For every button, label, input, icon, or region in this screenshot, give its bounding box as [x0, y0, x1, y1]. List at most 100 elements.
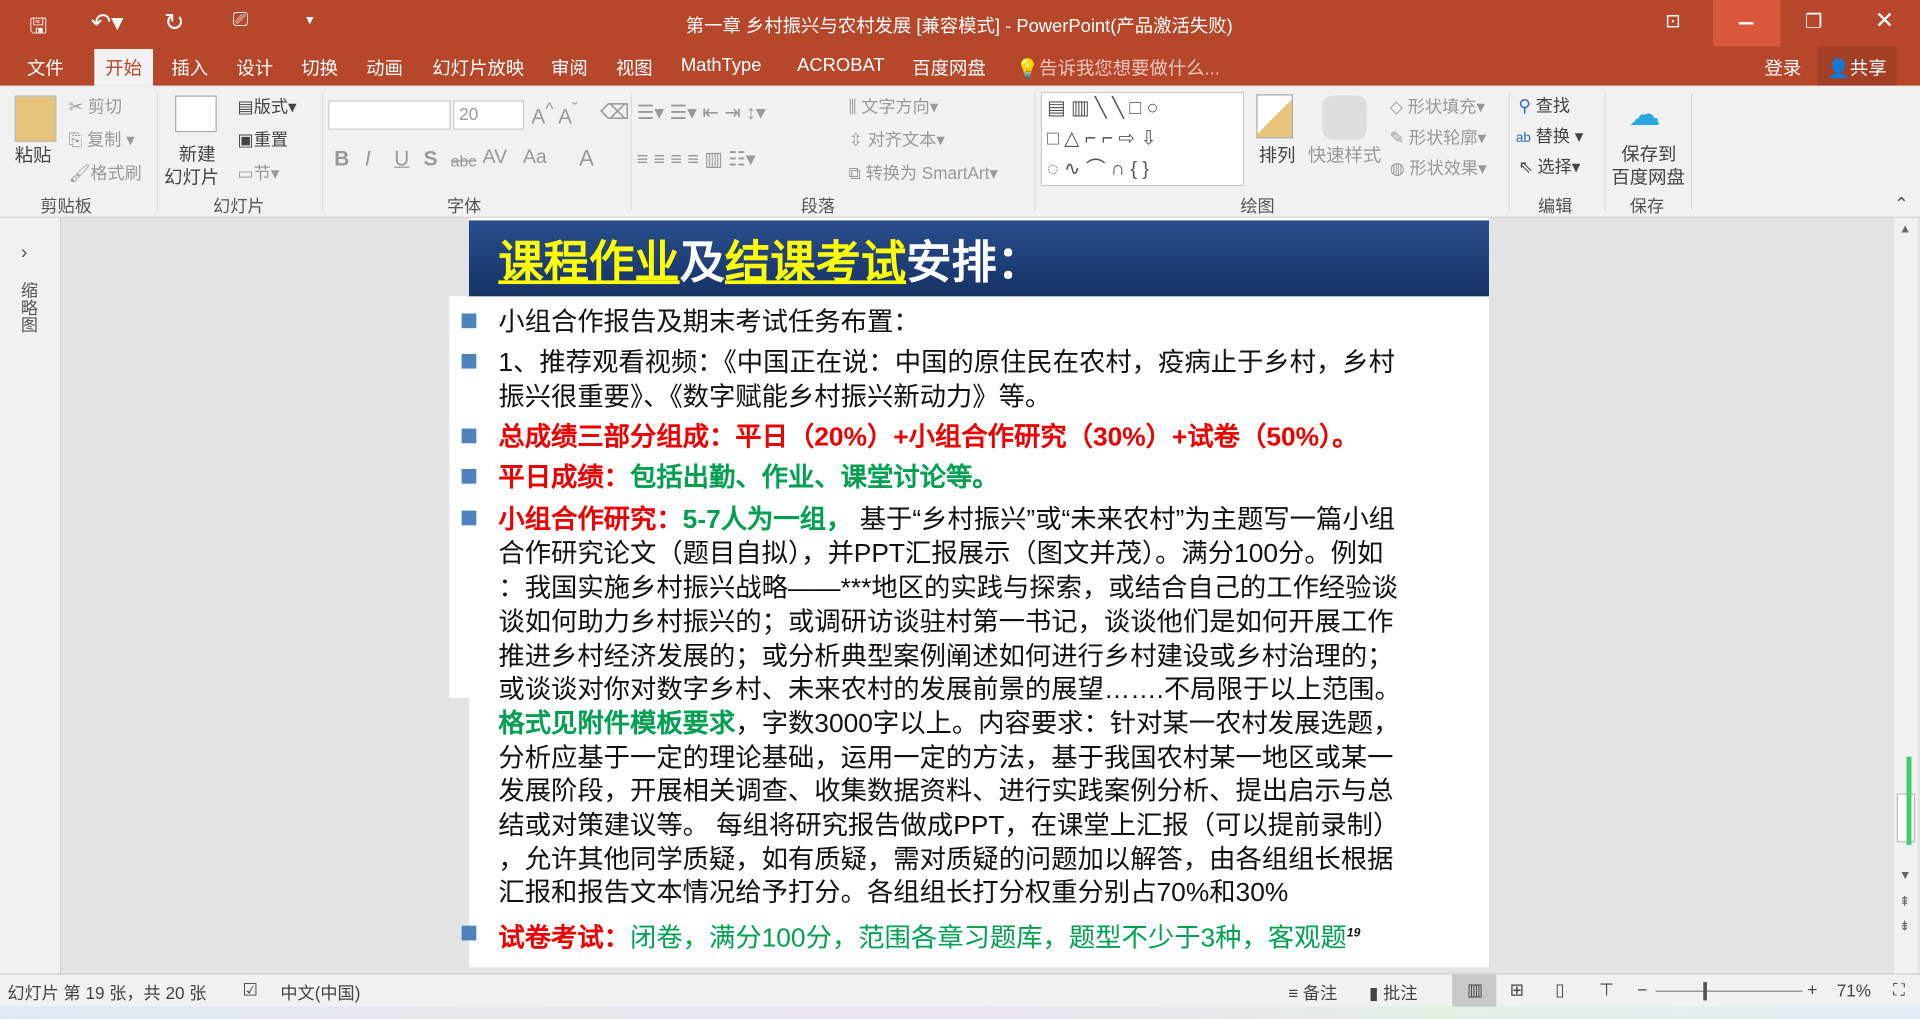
cut-button[interactable]: ✂ 剪切: [69, 94, 122, 118]
scroll-down-icon[interactable]: ▼: [1899, 869, 1911, 882]
bullet-icon: [461, 353, 477, 369]
font-name-input[interactable]: [328, 100, 451, 130]
save-to-baidu-button[interactable]: 保存到: [1621, 141, 1676, 167]
format-painter-button[interactable]: 🖌格式刷: [69, 160, 142, 184]
tab-transitions[interactable]: 切换: [301, 55, 338, 81]
tab-design[interactable]: 设计: [236, 55, 273, 81]
align-icons[interactable]: ≡ ≡ ≡ ≡ ▥ ☷▾: [637, 147, 756, 171]
scroll-up-icon[interactable]: ▲: [1899, 223, 1911, 236]
bullet-icon: [461, 925, 477, 941]
collapse-ribbon-icon[interactable]: ⌃: [1894, 193, 1908, 214]
italic-button[interactable]: I: [365, 147, 371, 171]
shape-outline-button[interactable]: ✎ 形状轮廓▾: [1390, 125, 1486, 149]
login-link[interactable]: 登录: [1764, 55, 1801, 81]
present-icon[interactable]: ⎚: [233, 10, 249, 32]
bullet-5-line: 或谈谈对你对数字乡村、未来农村的发展前景的展望…….不局限于以上范围。: [498, 674, 1401, 705]
tab-view[interactable]: 视图: [616, 55, 653, 81]
bullet-5-line: 谈如何助力乡村振兴的；或调研访谈驻村第一书记，谈谈他们是如何开展工作: [498, 607, 1394, 637]
redo-icon[interactable]: ↻: [164, 7, 185, 38]
bullet-5-line: 分析应基于一定的理论基础，运用一定的方法，基于我国农村某一地区或某一: [498, 743, 1394, 773]
minimize-button[interactable]: [1713, 0, 1781, 47]
quick-styles-button[interactable]: 快速样式: [1308, 142, 1381, 168]
align-text-button[interactable]: ⇳ 对齐文本▾: [849, 127, 945, 151]
title-bar: 🖫 ↶▾ ↻ ⎚ ▾ 第一章 乡村振兴与农村发展 [兼容模式] - PowerP…: [0, 0, 1920, 47]
section-button[interactable]: ▭节▾: [238, 160, 280, 184]
bullet-5-line: ，允许其他同学质疑，如有质疑，需对质疑的问题加以解答，由各组组长根据: [498, 844, 1394, 875]
undo-icon[interactable]: ↶▾: [91, 7, 124, 38]
strikethrough-button[interactable]: abc: [451, 152, 477, 170]
bullets-icon[interactable]: ☰▾ ☰▾ ⇤ ⇥ ↕▾: [637, 100, 766, 124]
previous-slide-icon[interactable]: ⇞: [1899, 894, 1910, 910]
customize-qat-icon[interactable]: ▾: [306, 11, 313, 28]
fit-to-window-icon[interactable]: ⛶: [1893, 980, 1905, 1001]
font-size-input[interactable]: 20: [453, 100, 525, 130]
zoom-level[interactable]: 71%: [1837, 981, 1871, 1001]
grow-font-icon[interactable]: A^ Aˇ: [531, 100, 577, 129]
copy-button[interactable]: ⎘ 复制 ▾: [69, 127, 135, 151]
group-label-font: 字体: [446, 195, 482, 216]
tell-me-input[interactable]: 💡告诉我您想要做什么...: [1016, 55, 1220, 81]
clear-format-icon[interactable]: ⌫: [600, 100, 629, 124]
new-slide-dropdown[interactable]: 幻灯片: [164, 164, 219, 190]
window-title: 第一章 乡村振兴与农村发展 [兼容模式] - PowerPoint(产品激活失败…: [685, 15, 1233, 37]
arrange-button[interactable]: 排列: [1259, 142, 1296, 168]
change-case-button[interactable]: Aa: [523, 147, 547, 169]
zoom-slider-thumb[interactable]: [1703, 982, 1707, 1001]
find-button[interactable]: ⚲ 查找: [1518, 93, 1570, 117]
language-indicator[interactable]: 中文(中国): [280, 981, 360, 1005]
reading-view-button[interactable]: ▯: [1555, 980, 1564, 1001]
slide-title[interactable]: 课程作业及结课考试安排：: [498, 225, 1042, 291]
comments-button[interactable]: ▮ 批注: [1369, 981, 1417, 1005]
char-spacing-button[interactable]: AV: [482, 147, 507, 169]
layout-button[interactable]: ▤版式▾: [238, 94, 297, 118]
close-button[interactable]: ✕: [1875, 7, 1894, 35]
tab-baidu[interactable]: 百度网盘: [912, 55, 985, 81]
tab-acrobat[interactable]: ACROBAT: [797, 55, 884, 76]
spellcheck-icon[interactable]: ☑: [242, 980, 257, 1001]
tab-home[interactable]: 开始: [94, 48, 154, 86]
text-direction-button[interactable]: ⫼ 文字方向▾: [849, 94, 939, 118]
paste-button[interactable]: 粘贴: [15, 142, 52, 168]
thumbnail-label[interactable]: 缩略图: [17, 282, 41, 333]
zoom-in-button[interactable]: +: [1807, 980, 1817, 1000]
slide-sorter-button[interactable]: ⊞: [1510, 980, 1524, 1001]
replace-button[interactable]: ab 替换 ▾: [1516, 124, 1583, 148]
shapes-gallery[interactable]: ▤ ▥ ╲ ╲ □ ○ □ △ ⌐ ⌐ ⇨ ⇩ ◌ ∿ ⌒ ∩ { }: [1040, 91, 1245, 187]
zoom-slider[interactable]: [1655, 990, 1803, 992]
cursor-icon: ⇖: [1518, 156, 1533, 177]
slideshow-button[interactable]: ⊤: [1599, 980, 1614, 1001]
tab-slideshow[interactable]: 幻灯片放映: [432, 55, 524, 81]
underline-button[interactable]: U: [394, 147, 409, 171]
tab-animations[interactable]: 动画: [366, 55, 403, 81]
notes-button[interactable]: ≡ 备注: [1288, 981, 1337, 1005]
share-button[interactable]: 👤共享: [1817, 46, 1897, 86]
tab-mathtype[interactable]: MathType: [681, 55, 762, 76]
tab-review[interactable]: 审阅: [551, 55, 588, 81]
tab-file[interactable]: 文件: [27, 55, 64, 81]
bullet-5-line-1: 小组合作研究：5-7人为一组， 基于“乡村振兴”或“未来农村”为主题写一篇小组: [498, 504, 1396, 534]
ribbon-display-icon[interactable]: ⊡: [1665, 10, 1680, 32]
smartart-button[interactable]: ⧉ 转换为 SmartArt▾: [849, 160, 998, 184]
shape-effects-button[interactable]: ◍ 形状效果▾: [1390, 156, 1487, 180]
shadow-button[interactable]: S: [424, 147, 438, 171]
bullet-2-line-2: 振兴很重要》、《数字赋能乡村振兴新动力》等。: [498, 382, 1052, 412]
bullet-icon: [461, 510, 477, 526]
font-color-button[interactable]: A: [579, 146, 594, 172]
new-slide-button[interactable]: 新建: [179, 141, 216, 167]
reset-button[interactable]: ▣重置: [238, 127, 288, 151]
zoom-out-button[interactable]: −: [1637, 980, 1647, 1000]
restore-button[interactable]: ❐: [1805, 10, 1823, 34]
new-slide-icon: [175, 95, 217, 133]
normal-view-button[interactable]: ▥: [1452, 974, 1497, 1008]
shape-fill-button[interactable]: ◇ 形状填充▾: [1390, 94, 1485, 118]
vertical-scrollbar[interactable]: ▲ ▼ ⇞ ⇟: [1894, 217, 1918, 974]
bullet-6: 试卷考试：闭卷，满分100分，范围各章习题库，题型不少于3种，客观题19: [498, 923, 1361, 953]
next-slide-icon[interactable]: ⇟: [1899, 918, 1910, 935]
ribbon-tabs: 文件 开始 插入 设计 切换 动画 幻灯片放映 审阅 视图 MathType A…: [0, 46, 1920, 86]
select-button[interactable]: ⇖ 选择▾: [1518, 154, 1580, 178]
tab-insert[interactable]: 插入: [171, 55, 208, 81]
save-icon[interactable]: 🖫: [29, 11, 47, 47]
page-number: 19: [1346, 926, 1361, 941]
bold-button[interactable]: B: [334, 147, 349, 171]
expand-chevron-icon[interactable]: ›: [21, 242, 28, 264]
